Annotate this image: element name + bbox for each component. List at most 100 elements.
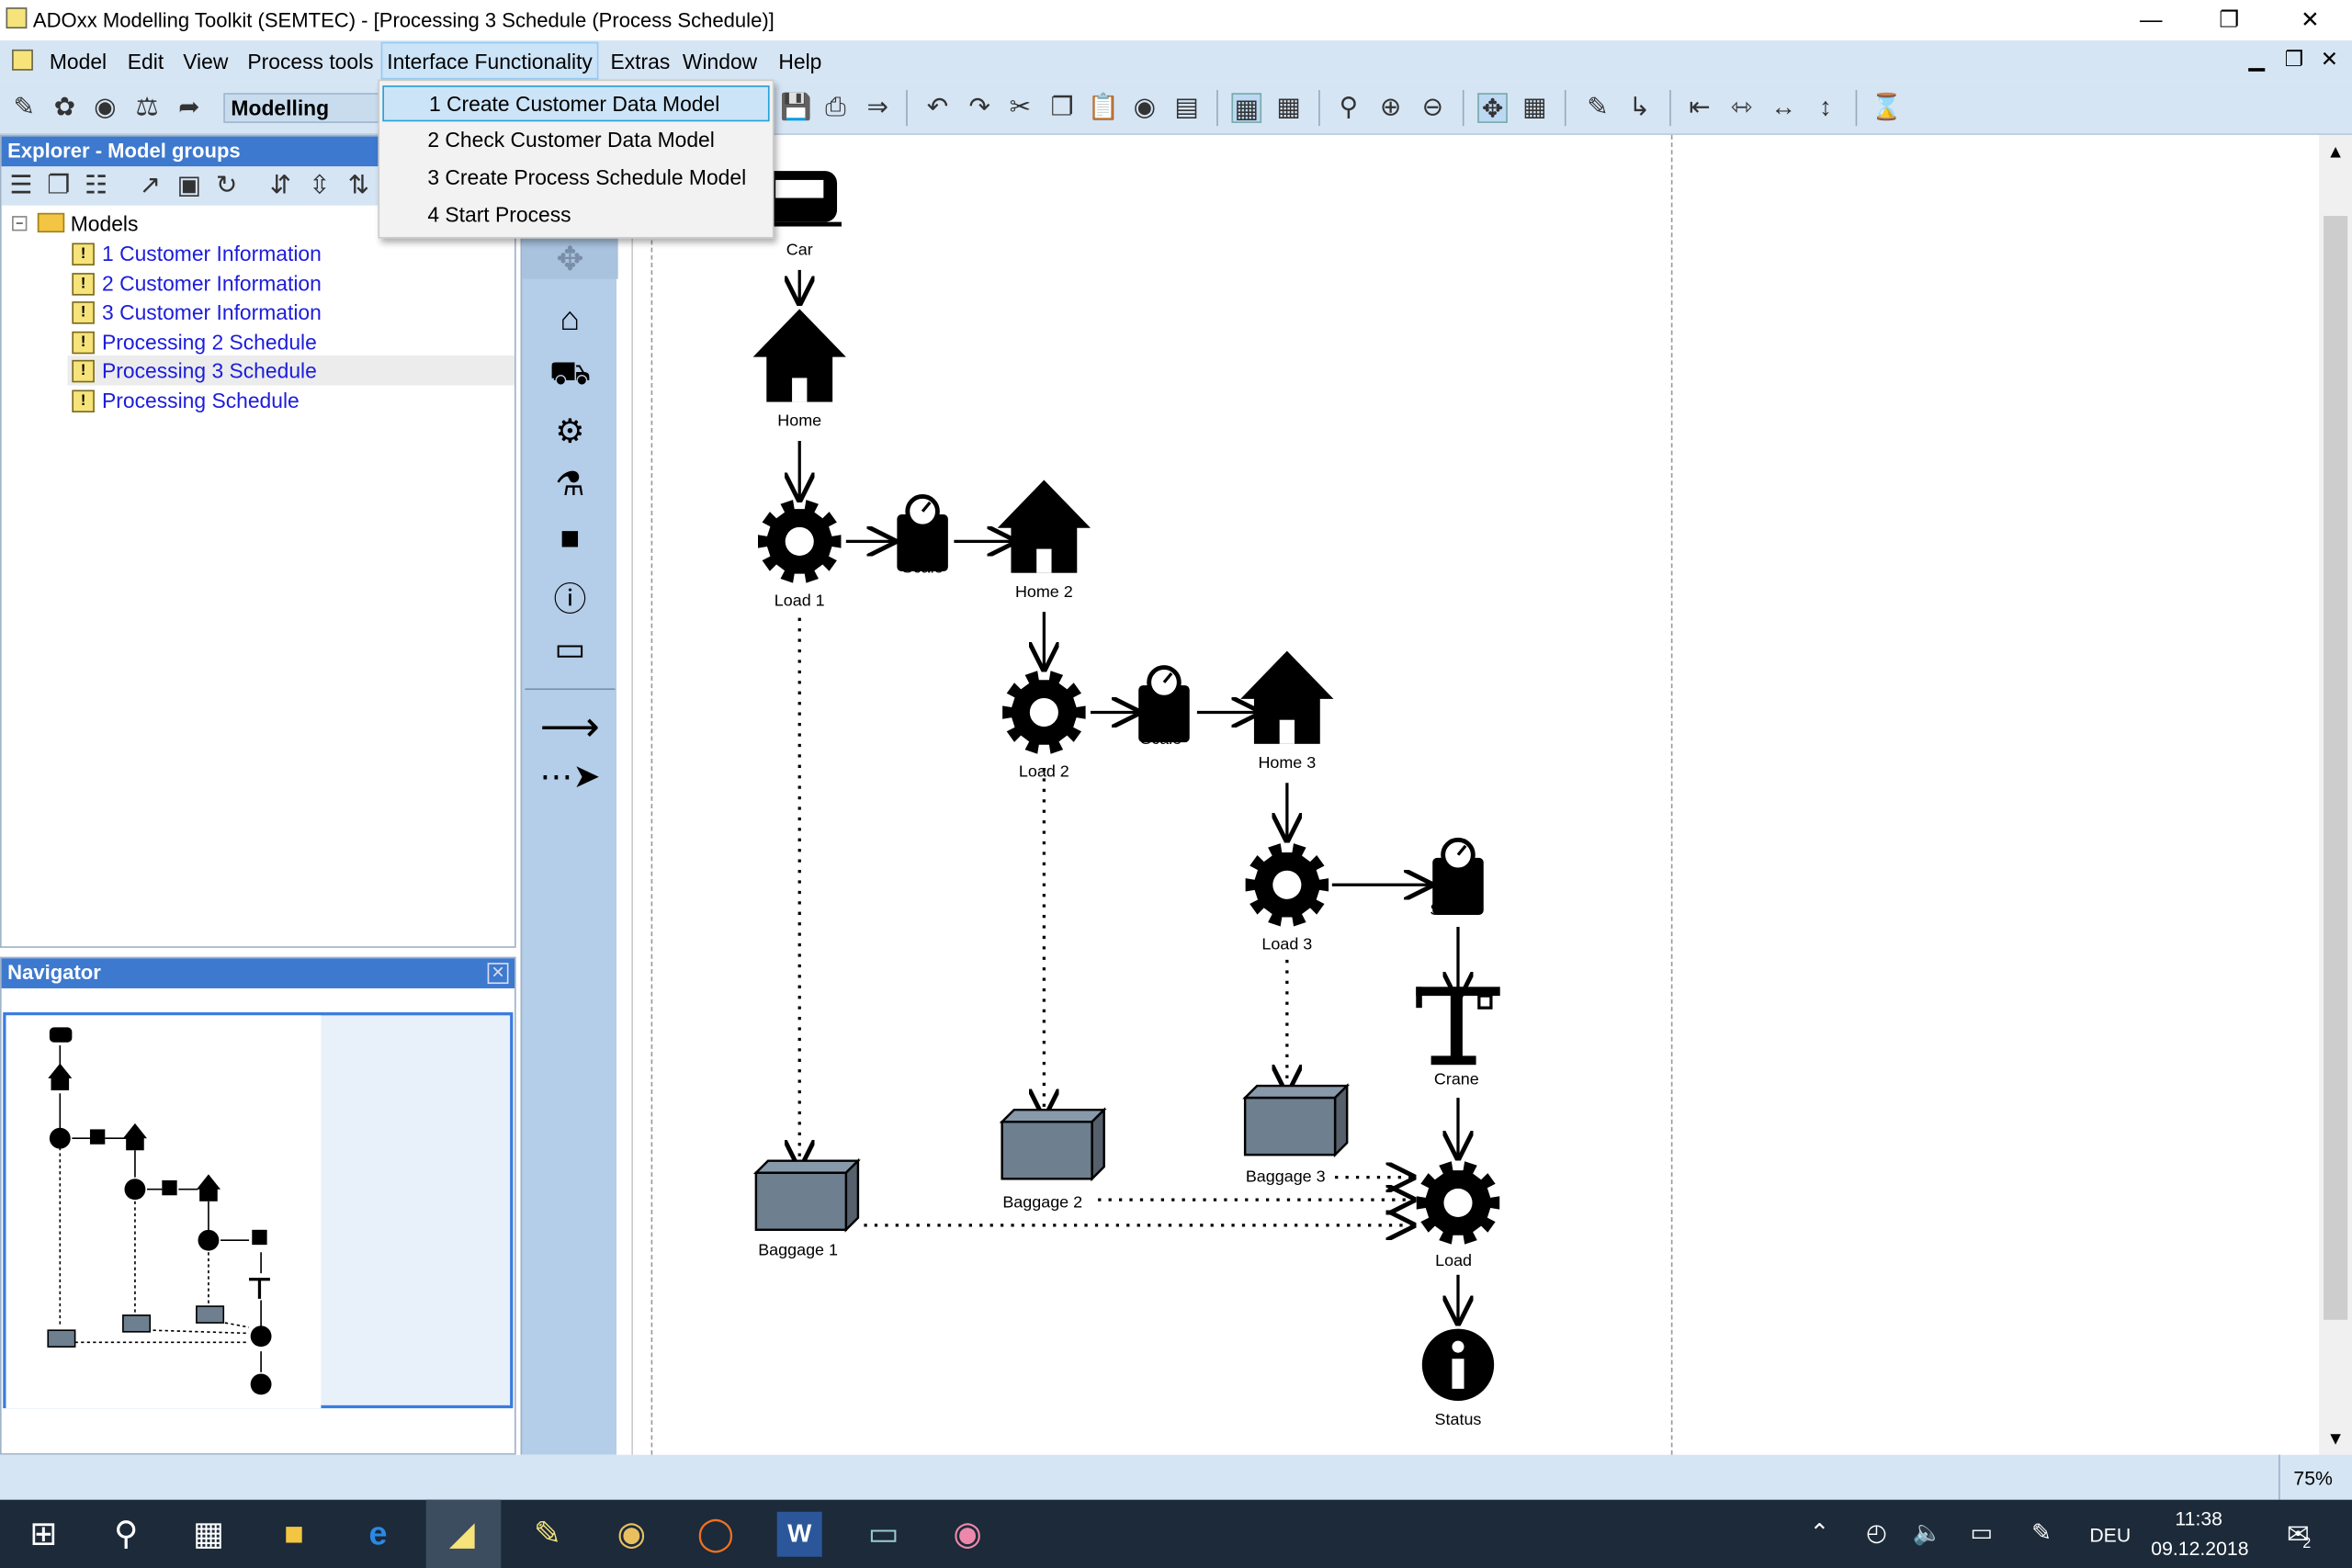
print-icon[interactable]: ⎙: [820, 93, 851, 123]
paste-icon[interactable]: 📋: [1088, 93, 1120, 123]
jupyter-icon[interactable]: ◯: [693, 1512, 738, 1557]
node-gear[interactable]: [1002, 671, 1086, 754]
language-indicator[interactable]: DEU: [2089, 1524, 2131, 1546]
navigator-close-icon[interactable]: ✕: [487, 963, 509, 985]
task-view-icon[interactable]: ▦: [186, 1512, 231, 1557]
vertical-scrollbar[interactable]: ▲ ▼: [2319, 134, 2352, 1455]
palette-home-icon[interactable]: ⌂: [522, 300, 617, 339]
palette-car-icon[interactable]: ⛟: [522, 354, 617, 397]
menu-window[interactable]: Window: [683, 50, 757, 73]
zoom-out-icon[interactable]: ⊖: [1418, 93, 1448, 123]
connector-icon[interactable]: ↳: [1624, 93, 1655, 123]
palette-baggage-icon[interactable]: ▭: [522, 630, 617, 669]
palette-dotted-arrow-icon[interactable]: ⋯➤: [522, 758, 617, 796]
collapse-icon[interactable]: ⇳: [304, 171, 334, 201]
menu-item-start-process[interactable]: 4 Start Process: [382, 198, 769, 234]
find-icon[interactable]: ◉: [1129, 93, 1159, 123]
node-home[interactable]: [1240, 650, 1334, 744]
eclipse-icon[interactable]: ◉: [609, 1512, 654, 1557]
network-icon[interactable]: ◴: [1854, 1512, 1899, 1557]
table-view-icon[interactable]: ▦: [1273, 93, 1304, 123]
node-box[interactable]: [752, 1157, 861, 1233]
clock-time[interactable]: 11:38: [2175, 1507, 2222, 1529]
collapse-toggle[interactable]: −: [12, 216, 28, 231]
mdi-close-icon[interactable]: ✕: [2321, 47, 2338, 73]
scroll-up-icon[interactable]: ▲: [2326, 141, 2344, 162]
distribute-v-icon[interactable]: ↕: [1811, 93, 1841, 123]
model-canvas[interactable]: Car Home Load 1 Scale Home 2 Load 2 Scale Home …: [620, 134, 2320, 1455]
format-painter-icon[interactable]: ✎: [1582, 93, 1612, 123]
node-gear[interactable]: [1245, 843, 1329, 927]
filter-icon[interactable]: ⌛: [1871, 93, 1903, 123]
node-info[interactable]: [1421, 1328, 1495, 1401]
start-icon[interactable]: ⊞: [21, 1512, 66, 1557]
paint-icon[interactable]: ◉: [945, 1512, 990, 1557]
grid-icon[interactable]: ▦: [1520, 93, 1550, 123]
modelling-icon[interactable]: ✎: [9, 93, 40, 123]
sort-icon[interactable]: ⇅: [344, 171, 374, 201]
node-box[interactable]: [1242, 1083, 1351, 1158]
menu-edit[interactable]: Edit: [128, 50, 164, 73]
adoxx-dev-icon[interactable]: ✎: [525, 1512, 570, 1557]
menu-item-create-process-schedule[interactable]: 3 Create Process Schedule Model: [382, 161, 769, 197]
tree-item-model[interactable]: Processing 3 Schedule: [102, 358, 317, 382]
simulation-icon[interactable]: ◉: [90, 93, 120, 123]
node-gear[interactable]: [758, 500, 842, 583]
notepad-icon[interactable]: ▭: [861, 1512, 906, 1557]
menu-model[interactable]: Model: [50, 50, 107, 73]
battery-icon[interactable]: ▭: [1959, 1512, 2004, 1557]
edge-icon[interactable]: e: [356, 1512, 401, 1557]
palette-gear-icon[interactable]: ⚙: [522, 412, 617, 451]
node-home[interactable]: [752, 309, 846, 402]
save-icon[interactable]: 💾: [780, 93, 812, 123]
refresh-icon[interactable]: ↻: [211, 171, 242, 201]
align-left-icon[interactable]: ⇤: [1685, 93, 1715, 123]
navigator-viewport[interactable]: [3, 1012, 514, 1409]
menu-item-check-customer-data[interactable]: 2 Check Customer Data Model: [382, 123, 769, 159]
zoom-icon[interactable]: ⚲: [1333, 93, 1363, 123]
close-button[interactable]: ✕: [2276, 0, 2345, 40]
hierarchy-icon[interactable]: ☷: [81, 171, 111, 201]
palette-arrow-icon[interactable]: ⟶: [522, 702, 617, 751]
scroll-down-icon[interactable]: ▼: [2326, 1427, 2344, 1449]
tree-item-model[interactable]: Processing 2 Schedule: [102, 330, 317, 354]
search-icon[interactable]: ⚲: [104, 1512, 149, 1557]
word-icon[interactable]: W: [776, 1511, 822, 1557]
undo-icon[interactable]: ↶: [922, 93, 953, 123]
node-gear[interactable]: [1416, 1161, 1500, 1245]
expand-icon[interactable]: ⇵: [266, 171, 296, 201]
mdi-minimize-icon[interactable]: ▁: [2248, 47, 2265, 73]
node-crane[interactable]: [1416, 987, 1500, 1066]
evaluation-icon[interactable]: ⚖: [132, 93, 163, 123]
menu-extras[interactable]: Extras: [611, 50, 671, 73]
window-icon[interactable]: ❐: [43, 171, 74, 201]
zoom-in-icon[interactable]: ⊕: [1375, 93, 1406, 123]
tree-item-model[interactable]: Processing Schedule: [102, 389, 300, 412]
palette-crane-icon[interactable]: ⚗: [522, 465, 617, 503]
chart-icon[interactable]: ↗: [135, 171, 165, 201]
file-explorer-icon[interactable]: ■: [272, 1512, 317, 1557]
tree-item-model[interactable]: 2 Customer Information: [102, 272, 322, 296]
menu-help[interactable]: Help: [778, 50, 821, 73]
tray-chevron-icon[interactable]: ⌃: [1797, 1512, 1842, 1557]
graphic-view-icon[interactable]: ▦: [1231, 93, 1262, 123]
node-box[interactable]: [999, 1107, 1107, 1182]
export-icon[interactable]: ⇒: [863, 93, 893, 123]
restore-button[interactable]: ❐: [2195, 0, 2264, 40]
grid-tool-icon[interactable]: ✥: [522, 240, 617, 278]
redo-icon[interactable]: ↷: [965, 93, 995, 123]
mdi-restore-icon[interactable]: ❐: [2285, 47, 2304, 73]
menu-interface-functionality[interactable]: Interface Functionality: [380, 41, 599, 80]
pen-icon[interactable]: ✎: [2019, 1512, 2064, 1557]
node-home[interactable]: [997, 479, 1091, 573]
volume-icon[interactable]: 🔈: [1905, 1512, 1951, 1557]
notifications-icon[interactable]: ✉: [2276, 1512, 2321, 1557]
menu-item-create-customer-data[interactable]: 1 Create Customer Data Model: [382, 85, 770, 122]
replace-icon[interactable]: ▤: [1171, 93, 1202, 123]
clock-date[interactable]: 09.12.2018: [2151, 1538, 2248, 1560]
menu-process-tools[interactable]: Process tools: [247, 50, 373, 73]
tree-item-model[interactable]: 1 Customer Information: [102, 242, 322, 265]
cut-icon[interactable]: ✂: [1005, 93, 1035, 123]
mode-selector[interactable]: Modelling: [223, 93, 383, 123]
align-center-icon[interactable]: ⇿: [1726, 93, 1757, 123]
